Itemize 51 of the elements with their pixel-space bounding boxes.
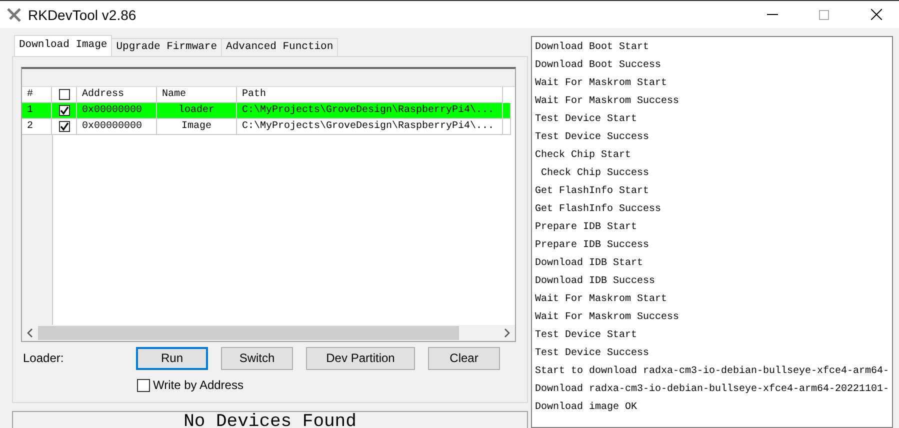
- row-number: 2: [22, 119, 52, 135]
- address-cell: 0x00000000: [77, 103, 157, 119]
- log-line: Prepare IDB Success: [535, 239, 650, 253]
- log-line: Test Device Success: [535, 346, 650, 361]
- action-button[interactable]: Dev Partition: [306, 346, 415, 370]
- path-cell[interactable]: C:\MyProjects\GroveDesign\RaspberryPi4\...: [237, 119, 503, 135]
- name-cell: Image: [157, 119, 237, 135]
- horizontal-scrollbar[interactable]: [22, 325, 515, 341]
- header-checkbox[interactable]: [58, 89, 70, 100]
- log-line: Start to download radxa-cm3-io-debian-bullseye-xfce4-arm64-: [535, 364, 890, 379]
- log-line: Test Device Start: [535, 328, 638, 343]
- log-line: Check Chip Success: [540, 166, 650, 181]
- log-line: Check Chip Start: [535, 148, 632, 163]
- column-header: Address: [77, 87, 157, 103]
- window-title: RKDevTool v2.86: [28, 6, 138, 22]
- name-cell: loader: [157, 103, 237, 119]
- log-line: Wait For Maskrom Start: [535, 76, 668, 91]
- log-line: Get FlashInfo Success: [535, 202, 662, 217]
- status-text: No Devices Found: [184, 412, 356, 428]
- row-checkbox[interactable]: [58, 105, 70, 116]
- row-number: 1: [22, 103, 52, 119]
- log-line: Test Device Start: [535, 112, 638, 127]
- log-line: Download IDB Start: [535, 256, 644, 271]
- action-button[interactable]: Run: [136, 346, 208, 370]
- address-cell: 0x00000000: [77, 119, 157, 135]
- log-line: Prepare IDB Start: [535, 221, 638, 235]
- log-line: Download radxa-cm3-io-debian-bullseye-xfce4-arm64-20221101-: [535, 382, 890, 397]
- row-checkbox[interactable]: [58, 121, 70, 132]
- checkbox-label: Write by Address: [153, 378, 244, 392]
- close-icon[interactable]: [870, 9, 882, 20]
- minimize-icon[interactable]: [766, 14, 778, 16]
- checkbox[interactable]: [137, 378, 150, 392]
- tools-icon: [6, 6, 22, 22]
- column-header: Name: [157, 87, 237, 103]
- action-button[interactable]: Switch: [221, 346, 293, 370]
- tab[interactable]: Download Image: [14, 35, 112, 56]
- log-line: Download image OK: [535, 400, 638, 415]
- path-cell[interactable]: C:\MyProjects\GroveDesign\RaspberryPi4\...: [237, 103, 503, 119]
- log-line: Wait For Maskrom Success: [535, 310, 680, 325]
- log-line: Wait For Maskrom Start: [535, 292, 668, 307]
- column-header: #: [22, 87, 52, 103]
- loader-label: Loader:: [22, 351, 65, 365]
- log-line: Download Boot Success: [535, 58, 662, 73]
- log-line: Download IDB Success: [535, 274, 656, 289]
- log-line: Download Boot Start: [535, 40, 650, 55]
- log-line: Wait For Maskrom Success: [535, 94, 680, 109]
- column-header: Path: [237, 87, 503, 103]
- log-line: Get FlashInfo Start: [535, 184, 650, 199]
- action-button[interactable]: Clear: [428, 346, 500, 370]
- log-line: Test Device Success: [535, 130, 650, 145]
- tab[interactable]: Advanced Function: [221, 38, 338, 56]
